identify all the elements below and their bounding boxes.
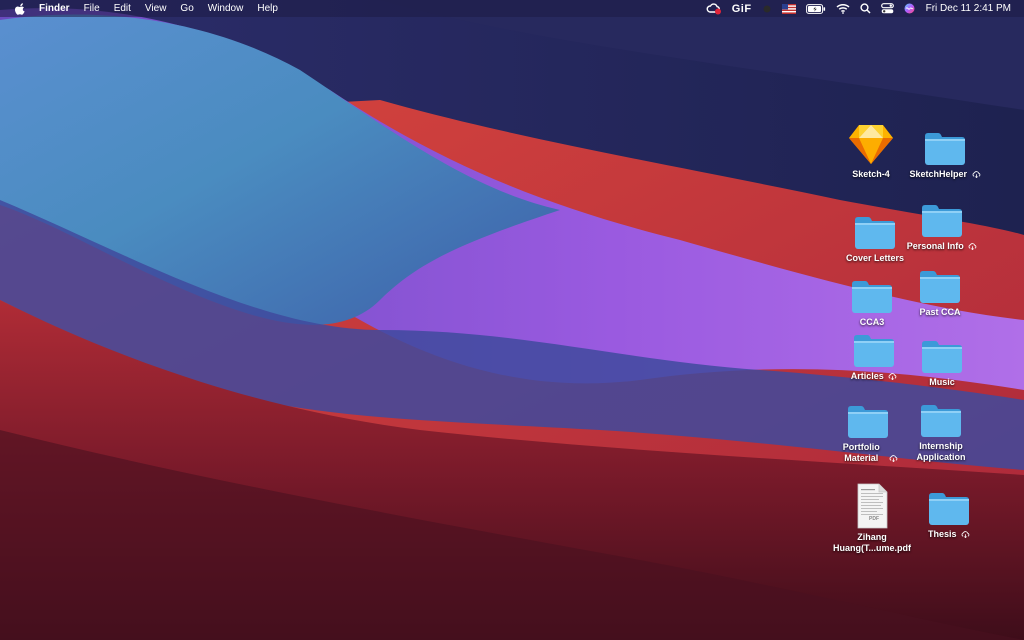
us-flag-icon[interactable] xyxy=(781,0,796,17)
desktop-item-label: Past CCA xyxy=(919,307,961,317)
menu-app-finder[interactable]: Finder xyxy=(39,0,77,17)
menu-go[interactable]: Go xyxy=(173,0,200,17)
siri-icon[interactable] xyxy=(904,0,915,17)
desktop-item-label: Music xyxy=(929,377,955,387)
apple-logo-icon[interactable] xyxy=(14,2,26,15)
desktop-item-label: Cover Letters xyxy=(845,253,905,263)
desktop-item-label: CCA3 xyxy=(859,317,885,327)
folder-icon xyxy=(854,335,894,367)
folder-icon xyxy=(922,341,962,373)
creative-cloud-icon[interactable] xyxy=(706,0,722,17)
gif-app-icon[interactable]: GiF xyxy=(732,0,752,17)
folder-icon xyxy=(925,133,965,165)
desktop-item-music[interactable]: Music xyxy=(900,338,984,388)
desktop-item-label: Zihang Huang(T...ume.pdf xyxy=(833,532,911,553)
folder-icon xyxy=(922,205,962,237)
folder-icon xyxy=(920,271,960,303)
icloud-download-icon xyxy=(961,531,970,538)
battery-icon[interactable] xyxy=(805,0,826,17)
desktop-item-label: Internship Application xyxy=(916,441,966,462)
pdf-file-icon xyxy=(857,483,888,529)
menu-view[interactable]: View xyxy=(138,0,174,17)
desktop-item-past-cca[interactable]: Past CCA xyxy=(898,268,982,318)
menu-bar: Finder File Edit View Go Window Help GiF xyxy=(0,0,1024,17)
desktop-item-sketchhelper[interactable]: SketchHelper xyxy=(903,130,987,180)
desktop-item-internship-application[interactable]: Internship Application xyxy=(899,402,983,463)
desktop-item-label: Portfolio Material xyxy=(842,442,880,463)
desktop-item-cover-letters[interactable]: Cover Letters xyxy=(833,214,917,264)
folder-icon xyxy=(848,406,888,438)
control-center-icon[interactable] xyxy=(880,0,894,17)
desktop-item-label: Thesis xyxy=(927,529,957,539)
menu-edit[interactable]: Edit xyxy=(107,0,138,17)
desktop-item-thesis[interactable]: Thesis xyxy=(907,490,991,540)
sketch-app-icon xyxy=(849,125,893,164)
folder-icon xyxy=(855,217,895,249)
desktop-item-label: SketchHelper xyxy=(909,169,967,179)
menu-help[interactable]: Help xyxy=(250,0,285,17)
desktop-item-portfolio-material[interactable]: Portfolio Material xyxy=(826,403,910,464)
status-dot-icon[interactable] xyxy=(762,0,772,17)
menu-window[interactable]: Window xyxy=(201,0,251,17)
icloud-download-icon xyxy=(972,171,980,178)
folder-icon xyxy=(921,405,961,437)
icloud-download-icon xyxy=(888,373,897,380)
icloud-download-icon xyxy=(889,455,898,462)
pdf-badge: PDF xyxy=(869,516,879,522)
desktop-item-label: Sketch-4 xyxy=(852,169,890,179)
wifi-icon[interactable] xyxy=(836,0,850,17)
folder-icon xyxy=(929,493,969,525)
desktop-item-label: Articles xyxy=(850,371,884,381)
menu-bar-clock[interactable]: Fri Dec 11 2:41 PM xyxy=(926,3,1011,14)
search-icon[interactable] xyxy=(859,0,871,17)
desktop-item-sketch[interactable]: Sketch-4 xyxy=(829,122,913,180)
menu-file[interactable]: File xyxy=(77,0,107,17)
folder-icon xyxy=(852,281,892,313)
icloud-download-icon xyxy=(968,243,977,250)
